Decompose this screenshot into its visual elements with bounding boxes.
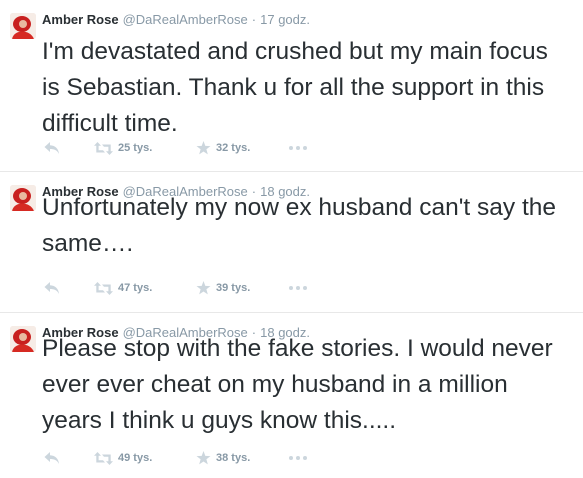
more-icon [289,286,307,290]
favorite-button[interactable]: 38 tys. [196,451,289,465]
reply-button[interactable] [44,281,94,295]
more-button[interactable] [289,286,319,290]
retweet-icon [94,281,113,295]
reply-button[interactable] [44,141,94,155]
tweet[interactable]: Amber Rose @DaRealAmberRose · 18 godz. Plea… [0,313,583,478]
more-icon [289,456,307,460]
more-icon [289,146,307,150]
author-handle[interactable]: @DaRealAmberRose [123,12,248,27]
favorite-button[interactable]: 32 tys. [196,141,289,155]
tweet-actions: 49 tys. 38 tys. [44,449,319,467]
separator: · [251,12,257,27]
tweet-text: Please stop with the fake stories. I wou… [42,335,553,434]
tweet-text: I'm devastated and crushed but my main f… [42,38,548,137]
favorite-button[interactable]: 39 tys. [196,281,289,295]
tweet-actions: 25 tys. 32 tys. [44,139,319,157]
retweet-count: 47 tys. [118,282,153,294]
avatar[interactable] [10,326,36,352]
reply-icon [44,282,59,294]
reply-icon [44,452,59,464]
favorite-count: 39 tys. [216,282,251,294]
favorite-count: 32 tys. [216,142,251,154]
tweet[interactable]: Amber Rose @DaRealAmberRose · 18 godz. Unfo… [0,172,583,313]
more-button[interactable] [289,146,319,150]
tweet-header: Amber Rose @DaRealAmberRose · 17 godz. [42,12,310,28]
author-name[interactable]: Amber Rose [42,12,119,27]
star-icon [196,451,211,465]
favorite-count: 38 tys. [216,452,251,464]
tweet-timestamp[interactable]: 17 godz. [260,12,310,27]
retweet-icon [94,451,113,465]
retweet-count: 49 tys. [118,452,153,464]
avatar[interactable] [10,13,36,39]
tweet[interactable]: Amber Rose @DaRealAmberRose · 17 godz. I'm … [0,0,583,172]
tweet-actions: 47 tys. 39 tys. [44,279,319,297]
star-icon [196,281,211,295]
tweet-text: Unfortunately my now ex husband can't sa… [42,194,557,257]
retweet-button[interactable]: 49 tys. [94,451,196,465]
retweet-button[interactable]: 25 tys. [94,141,196,155]
more-button[interactable] [289,456,319,460]
star-icon [196,141,211,155]
retweet-count: 25 tys. [118,142,153,154]
avatar[interactable] [10,185,36,211]
retweet-icon [94,141,113,155]
retweet-button[interactable]: 47 tys. [94,281,196,295]
tweet-timeline: Amber Rose @DaRealAmberRose · 17 godz. I'm … [0,0,583,478]
reply-button[interactable] [44,451,94,465]
reply-icon [44,142,59,154]
